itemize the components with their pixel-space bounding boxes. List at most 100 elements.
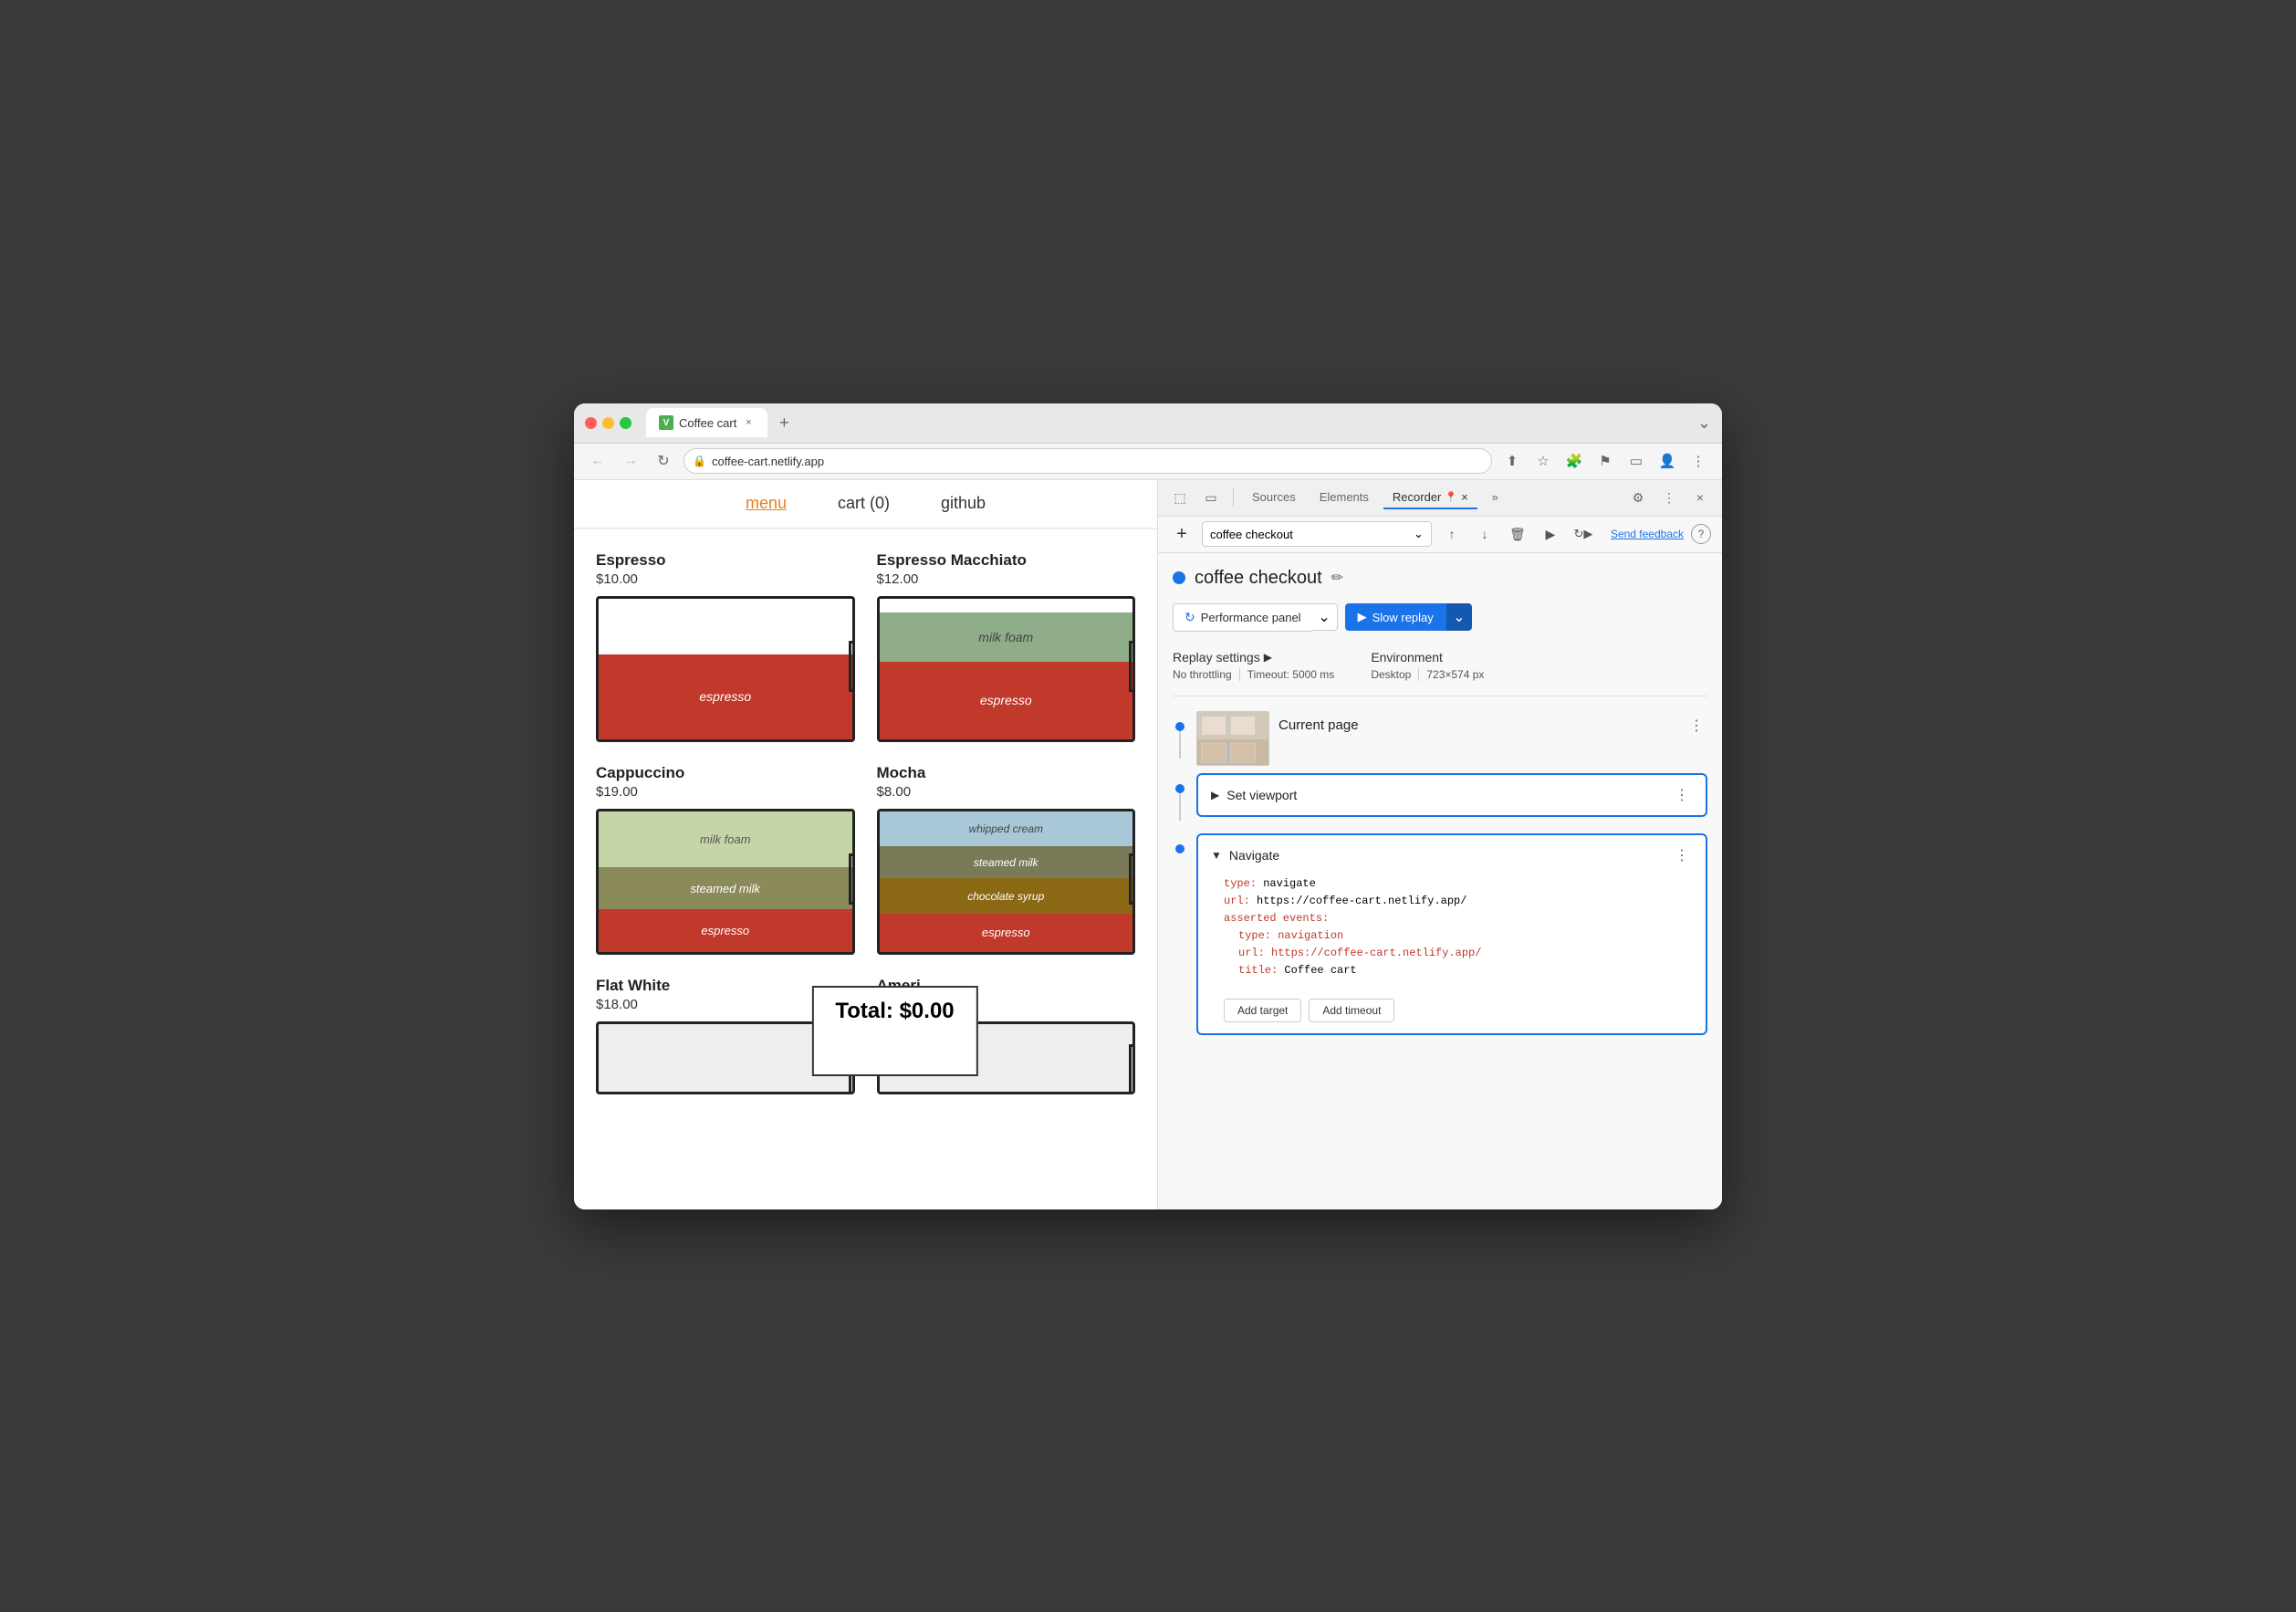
tab-close-btn[interactable]: × — [742, 416, 755, 429]
replay-settings-detail: No throttling Timeout: 5000 ms — [1173, 668, 1334, 681]
espresso-price: $10.00 — [596, 571, 855, 587]
close-traffic-light[interactable] — [585, 417, 597, 429]
play-icon: ▶ — [1358, 610, 1367, 624]
resize-icon[interactable]: ▭ — [1623, 448, 1649, 474]
import-btn[interactable]: ↓ — [1472, 521, 1498, 547]
more-menu-icon[interactable]: ⋮ — [1685, 448, 1711, 474]
send-feedback-link[interactable]: Send feedback — [1611, 528, 1684, 540]
set-viewport-menu-btn[interactable]: ⋮ — [1671, 784, 1693, 806]
devtools-settings-btn[interactable]: ⚙ — [1625, 485, 1651, 510]
back-button[interactable]: ← — [585, 448, 611, 474]
tab-title: Coffee cart — [679, 416, 736, 430]
address-input-wrapper: 🔒 — [684, 448, 1492, 474]
tab-elements[interactable]: Elements — [1310, 487, 1378, 509]
edit-title-icon[interactable]: ✏ — [1331, 569, 1343, 587]
espresso-layer-label: espresso — [699, 689, 751, 704]
inspect-element-btn[interactable]: ⬚ — [1167, 485, 1193, 510]
cappuccino-cup[interactable]: espresso steamed milk milk foam — [596, 809, 855, 955]
nav-github[interactable]: github — [934, 487, 993, 520]
recording-select[interactable]: coffee checkout ⌄ — [1202, 521, 1432, 547]
devtools-more-btn[interactable]: ⋮ — [1656, 485, 1682, 510]
capp-steamed-label: steamed milk — [690, 882, 760, 895]
macchiato-item: Espresso Macchiato $12.00 espresso milk … — [877, 551, 1136, 742]
site-header: menu cart (0) github — [574, 480, 1157, 529]
share-icon[interactable]: ⬆ — [1499, 448, 1525, 474]
asserted-type-key: type: — [1238, 929, 1271, 942]
select-chevron-icon: ⌄ — [1414, 527, 1424, 541]
macchiato-espresso-label: espresso — [980, 693, 1032, 707]
slow-replay-dropdown[interactable]: ⌄ — [1446, 603, 1472, 631]
website-content: menu cart (0) github Espresso $10.00 esp… — [574, 480, 1158, 1209]
tab-favicon: V — [659, 415, 673, 430]
navigate-actions: Add target Add timeout — [1198, 991, 1706, 1033]
record-again-btn[interactable]: ↻▶ — [1571, 521, 1596, 547]
nav-cart[interactable]: cart (0) — [830, 487, 897, 520]
flag-icon[interactable]: ⚑ — [1592, 448, 1618, 474]
recorder-close-icon[interactable]: × — [1461, 490, 1468, 504]
slow-replay-group: ▶ Slow replay ⌄ — [1345, 603, 1472, 631]
tabs-expand-icon[interactable]: ⌄ — [1697, 413, 1711, 433]
capp-foam-label: milk foam — [700, 832, 751, 846]
perf-panel-btn[interactable]: ↻ Performance panel — [1173, 603, 1312, 632]
navigate-header[interactable]: ▼ Navigate ⋮ — [1198, 835, 1706, 875]
perf-panel-dropdown[interactable]: ⌄ — [1312, 603, 1338, 631]
replay-controls: ↻ Performance panel ⌄ ▶ Slow replay — [1173, 603, 1707, 632]
profile-icon[interactable]: 👤 — [1654, 448, 1680, 474]
tab-sources[interactable]: Sources — [1243, 487, 1305, 509]
current-page-content: Current page ⋮ — [1196, 711, 1707, 766]
asserted-type-val: navigation — [1278, 929, 1343, 942]
play-replay-btn[interactable]: ▶ — [1538, 521, 1563, 547]
current-page-menu-btn[interactable]: ⋮ — [1685, 715, 1707, 737]
asserted-url-val: https://coffee-cart.netlify.app/ — [1271, 947, 1481, 959]
current-page-dot — [1175, 722, 1185, 731]
maximize-traffic-light[interactable] — [620, 417, 631, 429]
add-timeout-btn[interactable]: Add timeout — [1309, 999, 1394, 1022]
slow-replay-btn[interactable]: ▶ Slow replay — [1345, 603, 1446, 631]
add-recording-btn[interactable]: + — [1169, 521, 1195, 547]
espresso-cup[interactable]: espresso — [596, 596, 855, 742]
nav-menu[interactable]: menu — [738, 487, 794, 520]
devtools-panel: ⬚ ▭ Sources Elements Recorder 📍 × » ⚙ ⋮ … — [1158, 480, 1722, 1209]
recording-dot — [1173, 571, 1185, 584]
minimize-traffic-light[interactable] — [602, 417, 614, 429]
devtools-close-btn[interactable]: × — [1687, 485, 1713, 510]
device-toggle-btn[interactable]: ▭ — [1198, 485, 1224, 510]
add-target-btn[interactable]: Add target — [1224, 999, 1301, 1022]
new-tab-button[interactable]: + — [771, 410, 797, 435]
cappuccino-price: $19.00 — [596, 784, 855, 800]
current-page-label: Current page ⋮ — [1278, 711, 1707, 737]
asserted-url-row: url: https://coffee-cart.netlify.app/ — [1224, 945, 1693, 962]
export-btn[interactable]: ↑ — [1439, 521, 1465, 547]
active-tab[interactable]: V Coffee cart × — [646, 408, 767, 437]
replay-settings-title[interactable]: Replay settings ▶ — [1173, 650, 1334, 665]
refresh-button[interactable]: ↻ — [651, 448, 676, 474]
forward-button[interactable]: → — [618, 448, 643, 474]
set-viewport-header[interactable]: ▶ Set viewport ⋮ — [1198, 775, 1706, 815]
navigate-body: type: navigate url: https://coffee-cart.… — [1198, 875, 1706, 991]
help-btn[interactable]: ? — [1691, 524, 1711, 544]
tab-recorder[interactable]: Recorder 📍 × — [1383, 487, 1477, 509]
title-bar: V Coffee cart × + ⌄ — [574, 403, 1722, 444]
bookmark-icon[interactable]: ☆ — [1530, 448, 1556, 474]
extensions-icon[interactable]: 🧩 — [1561, 448, 1587, 474]
tab-more[interactable]: » — [1483, 487, 1508, 509]
main-area: menu cart (0) github Espresso $10.00 esp… — [574, 480, 1722, 1209]
set-viewport-dot — [1175, 784, 1185, 793]
macchiato-price: $12.00 — [877, 571, 1136, 587]
url-key: url: — [1224, 895, 1250, 907]
delete-btn[interactable]: 🗑 — [1505, 521, 1530, 547]
navigate-dot — [1175, 844, 1185, 853]
ameri-item: Ameri $7.00 Total: $0.00 — [877, 977, 1136, 1094]
navigate-timeline — [1173, 833, 1187, 853]
address-bar: ← → ↻ 🔒 ⬆ ☆ 🧩 ⚑ ▭ 👤 ⋮ — [574, 444, 1722, 480]
navigate-menu-btn[interactable]: ⋮ — [1671, 844, 1693, 866]
mocha-cup[interactable]: espresso chocolate syrup steamed milk wh… — [877, 809, 1136, 955]
mocha-price: $8.00 — [877, 784, 1136, 800]
macchiato-cup[interactable]: espresso milk foam — [877, 596, 1136, 742]
type-val-text: navigate — [1263, 877, 1316, 890]
url-val-text: https://coffee-cart.netlify.app/ — [1257, 895, 1466, 907]
env-detail-sep — [1418, 668, 1419, 681]
address-input[interactable] — [684, 448, 1492, 474]
cart-total-overlay: Total: $0.00 — [811, 986, 977, 1076]
navigate-card-wrapper: ▼ Navigate ⋮ type: nav — [1196, 833, 1707, 1044]
